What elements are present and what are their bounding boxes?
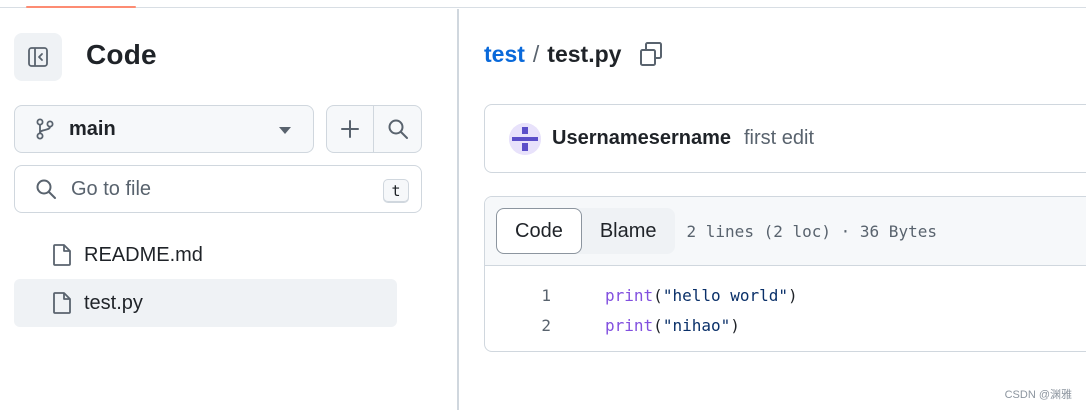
plus-icon — [341, 120, 359, 138]
latest-commit-box: Usernamesername first edit — [484, 104, 1086, 173]
breadcrumb: test / test.py — [484, 41, 621, 68]
file-stats: 2 lines (2 loc) · 36 Bytes — [686, 221, 937, 241]
breadcrumb-repo-link[interactable]: test — [484, 41, 525, 68]
keyboard-shortcut-hint: t — [383, 179, 409, 203]
code-text: print("hello world") — [605, 286, 798, 305]
avatar[interactable] — [509, 122, 541, 155]
identicon-icon — [509, 122, 541, 155]
search-icon — [36, 179, 56, 199]
file-label: test.py — [84, 291, 143, 314]
copy-icon — [640, 42, 662, 66]
code-paren: ) — [730, 315, 740, 335]
search-code-button[interactable] — [374, 106, 421, 152]
tab-code[interactable]: Code — [496, 208, 582, 254]
watermark: CSDN @渊雅 — [1004, 389, 1072, 401]
go-to-file-input[interactable]: Go to file t — [14, 165, 422, 213]
breadcrumb-separator: / — [532, 41, 540, 67]
file-actions-group — [326, 105, 422, 153]
top-border — [0, 0, 1086, 8]
code-paren: ) — [788, 285, 798, 305]
code-area[interactable]: 1 print("hello world") 2 print("nihao") — [485, 266, 1086, 340]
file-label: README.md — [84, 243, 203, 266]
file-item-test-py[interactable]: test.py — [14, 279, 397, 327]
tab-blame[interactable]: Blame — [582, 208, 675, 254]
git-branch-icon — [36, 118, 54, 140]
add-file-button[interactable] — [327, 106, 375, 152]
file-icon — [53, 244, 71, 266]
file-content-box: Code Blame 2 lines (2 loc) · 36 Bytes 1 … — [484, 196, 1086, 352]
branch-selector[interactable]: main — [14, 105, 314, 153]
file-viewer: test / test.py Usernamesername first edi… — [461, 9, 1086, 410]
file-tree-sidebar: Code main Go to file t README.md test.py — [0, 9, 459, 410]
code-text: print("nihao") — [605, 316, 740, 335]
sidebar-collapse-icon — [28, 47, 48, 67]
code-line: 2 print("nihao") — [485, 310, 1086, 340]
branch-name: main — [69, 117, 116, 140]
commit-message[interactable]: first edit — [744, 127, 814, 150]
code-string: "nihao" — [662, 315, 731, 335]
commit-author[interactable]: Usernamesername — [552, 127, 731, 150]
file-header: Code Blame 2 lines (2 loc) · 36 Bytes — [485, 197, 1086, 266]
code-paren: ( — [653, 285, 663, 305]
code-paren: ( — [653, 315, 663, 335]
line-number[interactable]: 1 — [485, 286, 551, 305]
sidebar-title: Code — [86, 39, 157, 70]
code-line: 1 print("hello world") — [485, 280, 1086, 310]
line-number[interactable]: 2 — [485, 316, 551, 335]
view-mode-toggle: Code Blame — [496, 208, 675, 254]
code-function: print — [605, 315, 654, 335]
copy-path-button[interactable] — [637, 40, 665, 68]
chevron-down-icon — [279, 127, 291, 134]
code-string: "hello world" — [662, 285, 789, 305]
active-tab-underline — [26, 6, 136, 8]
file-item-readme[interactable]: README.md — [14, 231, 397, 279]
search-placeholder: Go to file — [71, 177, 152, 200]
code-function: print — [605, 285, 654, 305]
collapse-sidebar-button[interactable] — [14, 33, 62, 81]
breadcrumb-current-file: test.py — [547, 41, 622, 67]
file-icon — [53, 292, 71, 314]
search-icon — [388, 119, 408, 139]
